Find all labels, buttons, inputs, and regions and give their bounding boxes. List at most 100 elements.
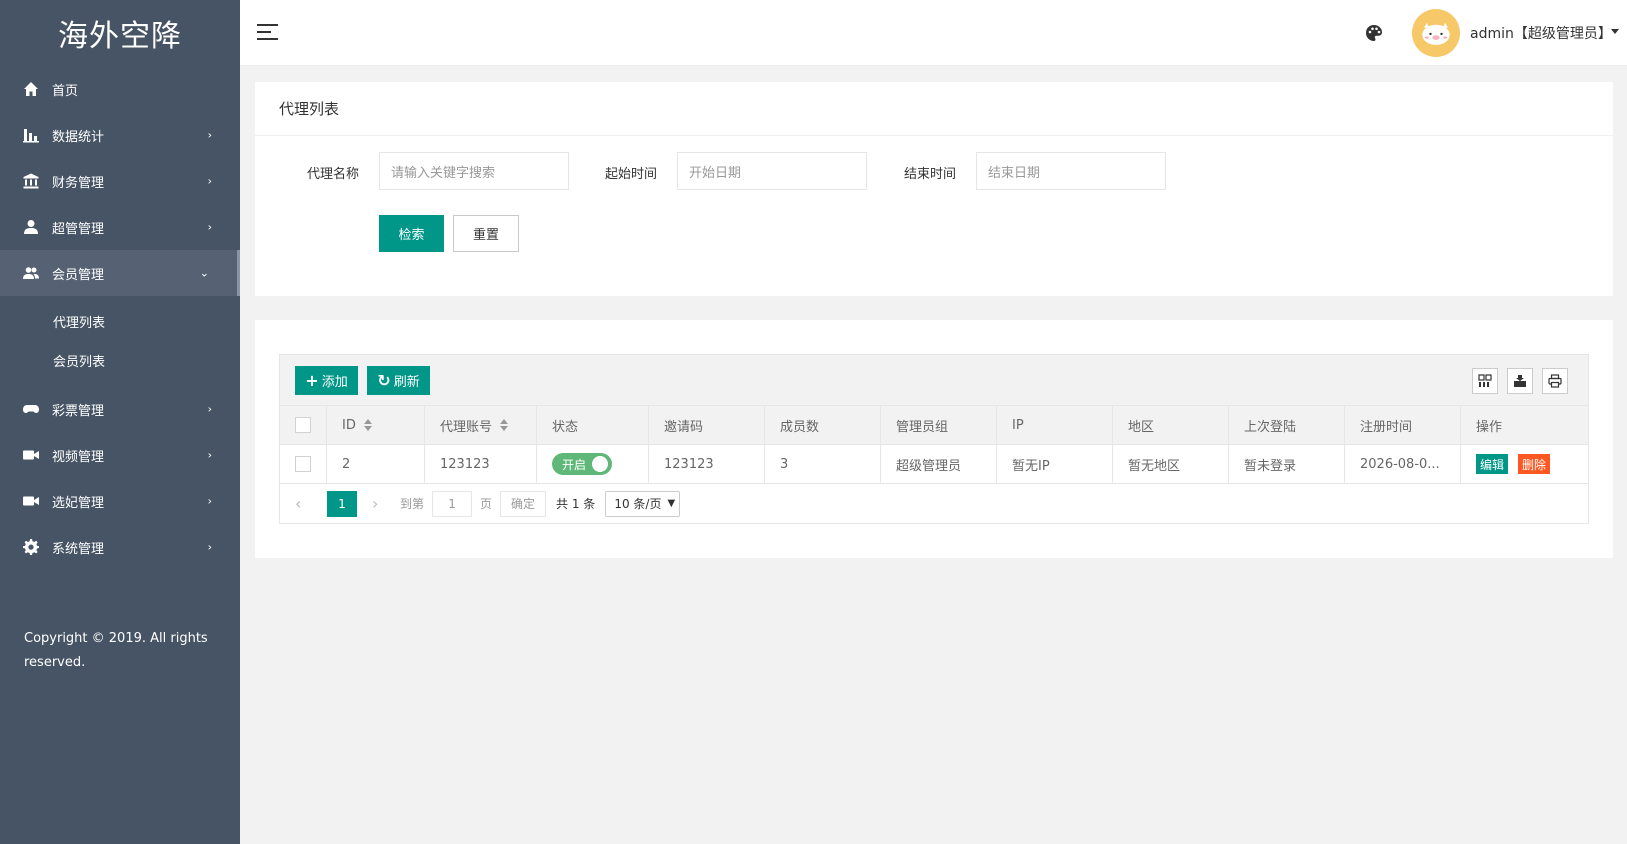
chevron-right-icon: › xyxy=(207,402,212,416)
sort-icon[interactable] xyxy=(500,419,509,431)
table-row: 2 123123 开启 123123 3 超级管理员 暂无IP 暂无地区 暂未登… xyxy=(280,445,1588,484)
sidebar-item-label: 选妃管理 xyxy=(52,495,105,511)
sidebar-item-super-admin[interactable]: 超管管理 › xyxy=(0,204,240,250)
plus-icon: + xyxy=(305,371,319,390)
column-header-account[interactable]: 代理账号 xyxy=(425,406,537,444)
table-toolbar: + 添加 ↻ 刷新 xyxy=(280,355,1588,406)
data-table: + 添加 ↻ 刷新 ID 代理账号 状态 邀请码 成员数 管理员组 IP 地区 … xyxy=(279,354,1589,524)
column-header-registered: 注册时间 xyxy=(1345,406,1461,444)
search-card: 代理列表 代理名称 请输入关键字搜索 起始时间 开始日期 结束时间 结束日期 检… xyxy=(255,82,1613,296)
home-icon xyxy=(22,80,40,98)
sidebar-subitem-member-list[interactable]: 会员列表 xyxy=(0,341,240,380)
sidebar-item-label: 超管管理 xyxy=(52,221,105,237)
column-label: ID xyxy=(342,417,356,433)
video-icon xyxy=(22,446,40,464)
column-header-last-login: 上次登陆 xyxy=(1229,406,1345,444)
agent-name-input[interactable]: 请输入关键字搜索 xyxy=(379,152,569,190)
cell-status: 开启 xyxy=(537,445,649,483)
add-button-label: 添加 xyxy=(321,375,348,390)
refresh-icon: ↻ xyxy=(377,371,391,390)
add-button[interactable]: + 添加 xyxy=(295,366,358,395)
sidebar-item-label: 视频管理 xyxy=(52,449,105,465)
row-checkbox[interactable] xyxy=(295,456,311,472)
sidebar-item-system[interactable]: 系统管理 › xyxy=(0,524,240,570)
prev-page-icon[interactable]: ‹ xyxy=(295,494,315,513)
print-icon[interactable] xyxy=(1542,368,1568,394)
cell-invite-code: 123123 xyxy=(649,445,765,483)
avatar[interactable] xyxy=(1412,9,1460,57)
chevron-right-icon: › xyxy=(207,220,212,234)
gamepad-icon xyxy=(22,400,40,418)
cell-id: 2 xyxy=(327,445,425,483)
sidebar-item-label: 首页 xyxy=(52,83,79,99)
sidebar-item-lottery[interactable]: 彩票管理 › xyxy=(0,386,240,432)
cell-group: 超级管理员 xyxy=(881,445,997,483)
sidebar-item-home[interactable]: 首页 xyxy=(0,66,240,112)
sidebar-submenu: 代理列表 会员列表 xyxy=(0,296,240,386)
sidebar-nav: 首页 数据统计 › 财务管理 › 超管管理 › 会员管理 ⌄ 代理列表 会员列表 xyxy=(0,66,240,570)
current-page[interactable]: 1 xyxy=(327,490,357,517)
cell-registered: 2026-08-0... xyxy=(1345,445,1461,483)
total-count: 共 1 条 xyxy=(556,497,596,511)
search-button[interactable]: 检索 xyxy=(379,215,444,252)
goto-label: 到第 xyxy=(400,497,425,511)
delete-button[interactable]: 删除 xyxy=(1518,454,1551,474)
header-checkbox-cell xyxy=(280,406,327,444)
sidebar-subitem-agent-list[interactable]: 代理列表 xyxy=(0,302,240,341)
caret-down-icon[interactable] xyxy=(1611,29,1619,34)
user-icon xyxy=(22,218,40,236)
menu-toggle-icon[interactable] xyxy=(257,24,278,41)
sidebar-item-label: 财务管理 xyxy=(52,175,105,191)
copyright-text: Copyright © 2019. All rights reserved. xyxy=(24,631,208,670)
bar-chart-icon xyxy=(22,126,40,144)
sidebar-item-selection[interactable]: 选妃管理 › xyxy=(0,478,240,524)
video-icon xyxy=(22,492,40,510)
chevron-right-icon: › xyxy=(207,128,212,142)
select-all-checkbox[interactable] xyxy=(295,417,311,433)
edit-button[interactable]: 编辑 xyxy=(1476,454,1509,474)
gear-icon xyxy=(22,538,40,556)
start-date-input[interactable]: 开始日期 xyxy=(677,152,867,190)
sidebar-item-label: 系统管理 xyxy=(52,541,105,557)
end-date-input[interactable]: 结束日期 xyxy=(976,152,1166,190)
column-header-members: 成员数 xyxy=(765,406,881,444)
chevron-right-icon: › xyxy=(207,174,212,188)
goto-confirm-button[interactable]: 确定 xyxy=(500,490,547,517)
pagination: ‹ 1 › 到第 1 页 确定 共 1 条 10 条/页 ▼ xyxy=(280,484,1588,523)
pig-face-icon xyxy=(1422,22,1450,45)
sidebar-item-finance[interactable]: 财务管理 › xyxy=(0,158,240,204)
column-label: 代理账号 xyxy=(440,419,493,435)
page-size-value: 10 条/页 xyxy=(614,497,662,511)
sidebar-item-video[interactable]: 视频管理 › xyxy=(0,432,240,478)
refresh-button[interactable]: ↻ 刷新 xyxy=(367,366,430,395)
agent-name-label: 代理名称 xyxy=(307,167,360,182)
export-icon[interactable] xyxy=(1507,368,1533,394)
sidebar-item-stats[interactable]: 数据统计 › xyxy=(0,112,240,158)
column-header-invite-code: 邀请码 xyxy=(649,406,765,444)
start-time-label: 起始时间 xyxy=(605,167,658,182)
cell-last-login: 暂未登录 xyxy=(1229,445,1345,483)
columns-filter-icon[interactable] xyxy=(1472,368,1498,394)
sidebar: 海外空降 首页 数据统计 › 财务管理 › 超管管理 › 会员管理 ⌄ 代理列表 xyxy=(0,0,240,844)
user-name[interactable]: admin【超级管理员】 xyxy=(1470,23,1612,43)
goto-page-input[interactable]: 1 xyxy=(432,490,473,517)
reset-button[interactable]: 重置 xyxy=(453,215,519,252)
page-title: 代理列表 xyxy=(255,82,1613,136)
cell-ip: 暂无IP xyxy=(997,445,1113,483)
sidebar-item-members[interactable]: 会员管理 ⌄ xyxy=(0,250,240,296)
status-toggle[interactable]: 开启 xyxy=(552,453,612,475)
bank-icon xyxy=(22,172,40,190)
column-header-id[interactable]: ID xyxy=(327,406,425,444)
table-card: + 添加 ↻ 刷新 ID 代理账号 状态 邀请码 成员数 管理员组 IP 地区 … xyxy=(255,320,1613,558)
row-checkbox-cell xyxy=(280,445,327,483)
refresh-button-label: 刷新 xyxy=(393,375,420,390)
column-header-actions: 操作 xyxy=(1476,419,1503,435)
page-size-select[interactable]: 10 条/页 ▼ xyxy=(605,490,681,517)
table-header: ID 代理账号 状态 邀请码 成员数 管理员组 IP 地区 上次登陆 注册时间 … xyxy=(280,406,1588,445)
chevron-down-icon: ▼ xyxy=(667,498,676,509)
palette-icon[interactable] xyxy=(1364,23,1384,43)
next-page-icon[interactable]: › xyxy=(372,494,392,513)
sort-icon[interactable] xyxy=(363,419,372,431)
sidebar-item-label: 彩票管理 xyxy=(52,403,105,419)
end-time-label: 结束时间 xyxy=(904,167,957,182)
